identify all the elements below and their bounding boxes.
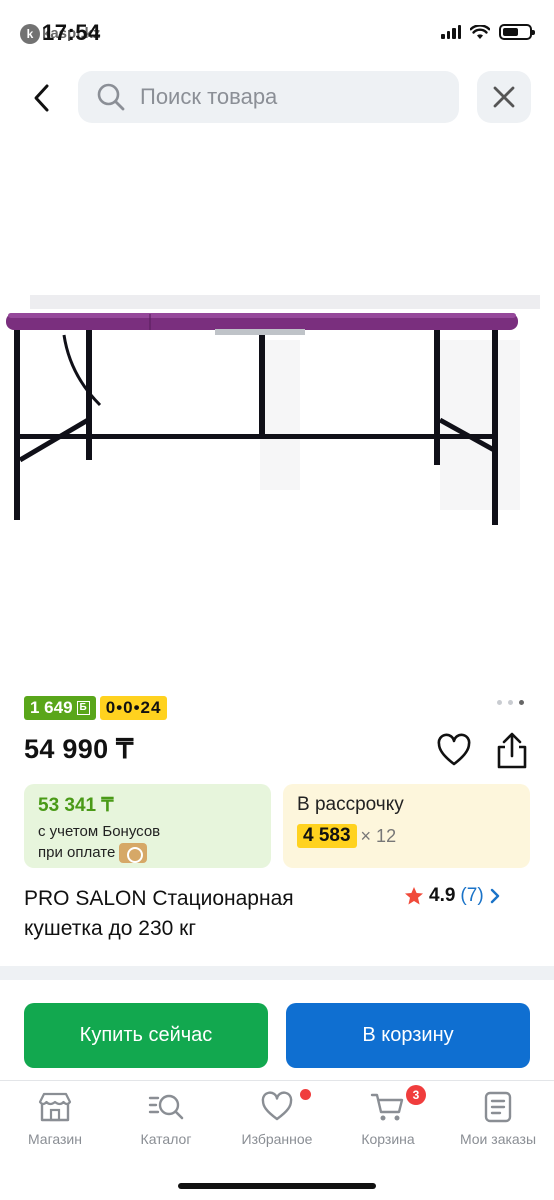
rating-score: 4.9 xyxy=(429,885,456,906)
status-time: 17:54 xyxy=(42,20,101,45)
shop-icon xyxy=(38,1092,72,1122)
tab-cart[interactable]: Корзина 3 xyxy=(338,1085,438,1147)
tab-favorites[interactable]: Избранное xyxy=(227,1089,327,1147)
star-icon xyxy=(405,887,423,905)
installment-title: В рассрочку xyxy=(297,794,404,815)
cellular-signal-icon xyxy=(441,25,461,39)
bottom-tab-bar: Магазин Каталог Избранное Корзина 3 Мои … xyxy=(0,1080,554,1200)
search-input[interactable] xyxy=(140,84,440,110)
share-button[interactable] xyxy=(494,732,530,770)
tab-catalog[interactable]: Каталог xyxy=(116,1091,216,1147)
home-indicator xyxy=(178,1183,376,1189)
buy-now-button[interactable]: Купить сейчас xyxy=(24,1003,268,1068)
search-bar[interactable] xyxy=(78,71,459,123)
add-to-cart-button[interactable]: В корзину xyxy=(286,1003,530,1068)
status-icons xyxy=(441,24,535,40)
rating-link[interactable]: 4.9 (7) xyxy=(404,885,501,907)
tab-label: Мои заказы xyxy=(459,1131,537,1147)
chevron-left-icon xyxy=(34,84,49,112)
product-image[interactable] xyxy=(0,130,554,690)
heart-icon xyxy=(261,1091,293,1121)
carousel-dot xyxy=(508,700,513,705)
tab-label: Магазин xyxy=(27,1131,82,1147)
credit-badge: 0•0•24 xyxy=(99,696,168,720)
bonus-description: с учетом Бонусов при оплате xyxy=(38,821,257,864)
top-navigation xyxy=(0,70,554,124)
orders-icon xyxy=(484,1091,512,1123)
tab-label: Избранное xyxy=(241,1131,313,1147)
kaspi-logo-icon xyxy=(119,843,148,864)
status-bar: k kaspi.kz 17:54 xyxy=(0,0,554,60)
chevron-right-icon xyxy=(490,888,499,904)
installment-multiplier: × 12 xyxy=(360,825,397,846)
bonus-symbol-icon: Б xyxy=(76,701,90,715)
back-button[interactable] xyxy=(22,78,62,118)
installment-amount: 4 583 xyxy=(297,824,357,848)
tab-orders[interactable]: Мои заказы xyxy=(448,1091,548,1147)
carousel-dot-active xyxy=(519,700,524,705)
product-price: 54 990 ₸ xyxy=(24,734,134,764)
cart-count-badge: 3 xyxy=(406,1085,426,1105)
notification-dot xyxy=(300,1089,311,1100)
search-icon xyxy=(97,83,125,111)
catalog-search-icon xyxy=(148,1094,184,1120)
tab-label: Каталог xyxy=(140,1131,192,1147)
battery-icon xyxy=(499,24,535,40)
review-count: (7) xyxy=(460,885,484,906)
close-button[interactable] xyxy=(477,71,531,123)
bonus-badge: 1 649 Б xyxy=(24,696,96,720)
product-title: PRO SALON Стационарная кушетка до 230 кг xyxy=(24,887,294,940)
heart-icon xyxy=(437,733,471,766)
carousel-dot xyxy=(497,700,502,705)
tab-label: Корзина xyxy=(361,1131,415,1147)
wifi-icon xyxy=(470,24,490,39)
favorite-button[interactable] xyxy=(436,733,472,769)
bonus-price-card[interactable]: 53 341 ₸ с учетом Бонусов при оплате xyxy=(24,784,271,868)
close-icon xyxy=(493,86,515,108)
tab-shop[interactable]: Магазин xyxy=(5,1091,105,1147)
share-icon xyxy=(497,732,527,769)
product-badges: 1 649 Б 0•0•24 xyxy=(24,696,168,720)
section-divider xyxy=(0,966,554,980)
massage-table-image xyxy=(6,295,540,525)
bonus-price: 53 341 ₸ xyxy=(38,795,114,816)
installment-card[interactable]: В рассрочку 4 583 × 12 xyxy=(283,784,530,868)
cart-icon xyxy=(370,1093,404,1121)
carousel-indicator xyxy=(497,700,524,705)
